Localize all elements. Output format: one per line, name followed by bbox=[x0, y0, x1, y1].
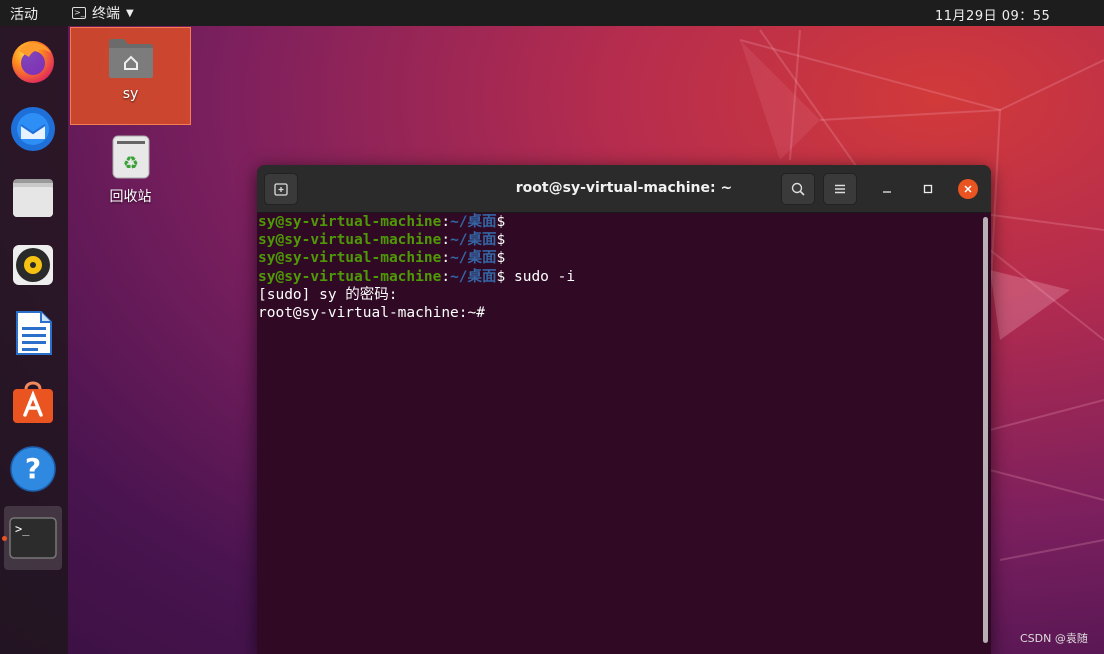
app-menu[interactable]: >_ 终端 ▼ bbox=[72, 3, 134, 23]
search-icon bbox=[791, 182, 805, 196]
minimize-button[interactable] bbox=[877, 179, 897, 199]
prompt-path: ~/桌面 bbox=[450, 250, 497, 267]
prompt-path: ~/桌面 bbox=[450, 232, 497, 249]
dock-files[interactable] bbox=[4, 168, 62, 226]
prompt-user: sy@sy-virtual-machine bbox=[258, 214, 442, 230]
close-button[interactable] bbox=[958, 179, 978, 199]
firefox-icon bbox=[12, 41, 54, 83]
dock-software[interactable] bbox=[4, 372, 62, 430]
activities-button[interactable]: 活动 bbox=[10, 4, 38, 24]
dock-writer[interactable] bbox=[4, 304, 62, 362]
watermark: CSDN @袁随 bbox=[1020, 632, 1088, 645]
hamburger-icon bbox=[835, 184, 845, 194]
prompt-symbol: $ bbox=[496, 232, 506, 249]
dock: ? >_ bbox=[0, 26, 68, 654]
maximize-button[interactable] bbox=[918, 179, 938, 199]
prompt-symbol: $ bbox=[496, 214, 506, 230]
clock[interactable]: 11月29日 09：55 bbox=[935, 5, 1050, 24]
prompt-path: ~/桌面 bbox=[450, 268, 497, 285]
dock-terminal[interactable]: >_ bbox=[4, 506, 62, 570]
terminal-line: sy@sy-virtual-machine:~/桌面$ bbox=[258, 231, 980, 249]
dock-help[interactable]: ? bbox=[4, 440, 62, 498]
prompt-path: ~/桌面 bbox=[450, 214, 497, 230]
prompt-user: sy@sy-virtual-machine bbox=[258, 268, 442, 285]
terminal-icon: >_ bbox=[9, 517, 57, 559]
trash-icon: ♻ bbox=[112, 135, 149, 179]
dock-firefox[interactable] bbox=[4, 32, 62, 90]
svg-text:♻: ♻ bbox=[122, 153, 138, 174]
dock-rhythmbox[interactable] bbox=[4, 236, 62, 294]
prompt-separator: : bbox=[441, 214, 451, 230]
terminal-window[interactable]: root@sy-virtual-machine: ~ sy@sy-virtual… bbox=[257, 165, 991, 654]
home-folder-label: sy bbox=[122, 86, 139, 102]
top-bar: 活动 >_ 终端 ▼ 11月29日 09：55 bbox=[0, 0, 1104, 26]
running-indicator bbox=[2, 536, 7, 541]
caret-down-icon: ▼ bbox=[126, 7, 134, 19]
svg-text:?: ? bbox=[25, 452, 41, 485]
dock-thunderbird[interactable] bbox=[4, 100, 62, 158]
terminal-scrollbar[interactable] bbox=[983, 217, 988, 643]
home-folder-icon bbox=[108, 39, 153, 78]
prompt-user: sy@sy-virtual-machine bbox=[258, 250, 442, 267]
software-icon bbox=[13, 381, 53, 423]
root-prompt: root@sy-virtual-machine:~# bbox=[258, 305, 485, 322]
files-icon bbox=[13, 179, 53, 217]
sudo-password-prompt: [sudo] sy 的密码: bbox=[258, 286, 398, 303]
prompt-user: sy@sy-virtual-machine bbox=[258, 232, 442, 249]
prompt-symbol: $ bbox=[496, 250, 506, 267]
command-text: sudo -i bbox=[505, 268, 576, 285]
terminal-line: sy@sy-virtual-machine:~/桌面$ bbox=[258, 213, 980, 231]
rhythmbox-icon bbox=[13, 245, 53, 285]
hamburger-menu-button[interactable] bbox=[823, 173, 857, 205]
desktop-home-folder[interactable]: sy bbox=[70, 27, 191, 125]
app-menu-label: 终端 bbox=[92, 6, 120, 22]
minimize-icon bbox=[883, 191, 891, 193]
prompt-symbol: $ bbox=[496, 268, 506, 285]
desktop-trash[interactable]: ♻ 回收站 bbox=[70, 130, 191, 210]
maximize-icon bbox=[923, 184, 933, 194]
desktop-screen: 活动 >_ 终端 ▼ 11月29日 09：55 ? >_ sy ♻ 回收站 ro… bbox=[0, 0, 1104, 654]
prompt-separator: : bbox=[441, 268, 451, 285]
close-icon bbox=[964, 185, 972, 193]
terminal-line: sy@sy-virtual-machine:~/桌面$ sudo -i bbox=[258, 268, 980, 286]
search-button[interactable] bbox=[781, 173, 815, 205]
terminal-small-icon: >_ bbox=[72, 7, 86, 19]
prompt-separator: : bbox=[441, 250, 451, 267]
writer-icon bbox=[16, 311, 52, 355]
terminal-line: sy@sy-virtual-machine:~/桌面$ bbox=[258, 249, 980, 267]
terminal-output[interactable]: sy@sy-virtual-machine:~/桌面$ sy@sy-virtual… bbox=[258, 213, 980, 654]
prompt-separator: : bbox=[441, 232, 451, 249]
thunderbird-icon bbox=[11, 107, 55, 151]
terminal-titlebar[interactable]: root@sy-virtual-machine: ~ bbox=[257, 165, 991, 213]
trash-label: 回收站 bbox=[109, 189, 152, 205]
help-icon: ? bbox=[10, 446, 56, 492]
svg-text:>_: >_ bbox=[15, 522, 30, 536]
